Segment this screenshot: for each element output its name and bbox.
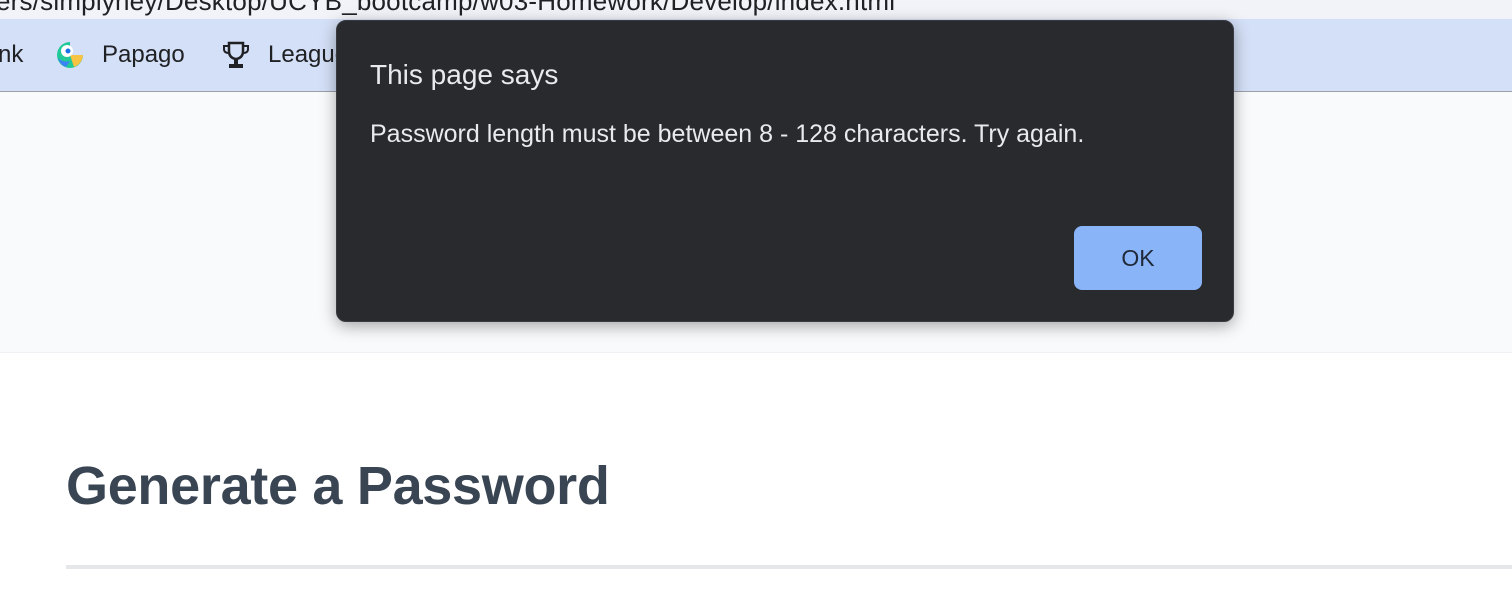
browser-window: ers/simplyhey/Desktop/UCYB_bootcamp/w03-… xyxy=(0,0,1512,589)
alert-dialog: This page says Password length must be b… xyxy=(336,20,1234,322)
ok-button[interactable]: OK xyxy=(1074,226,1202,290)
bookmark-item-papago[interactable]: Papago xyxy=(54,19,185,91)
page-title: Generate a Password xyxy=(66,456,610,516)
dialog-title: This page says xyxy=(370,59,559,90)
trophy-icon xyxy=(220,39,252,71)
papago-parrot-icon xyxy=(54,39,86,71)
bookmark-item-truncated[interactable]: nk xyxy=(0,19,23,91)
bookmark-label: Papago xyxy=(102,41,185,68)
bookmark-label: nk xyxy=(0,41,24,68)
divider xyxy=(66,565,1512,569)
address-bar[interactable]: ers/simplyhey/Desktop/UCYB_bootcamp/w03-… xyxy=(0,0,1512,19)
url-text: ers/simplyhey/Desktop/UCYB_bootcamp/w03-… xyxy=(0,0,896,16)
dialog-message: Password length must be between 8 - 128 … xyxy=(370,120,1085,148)
